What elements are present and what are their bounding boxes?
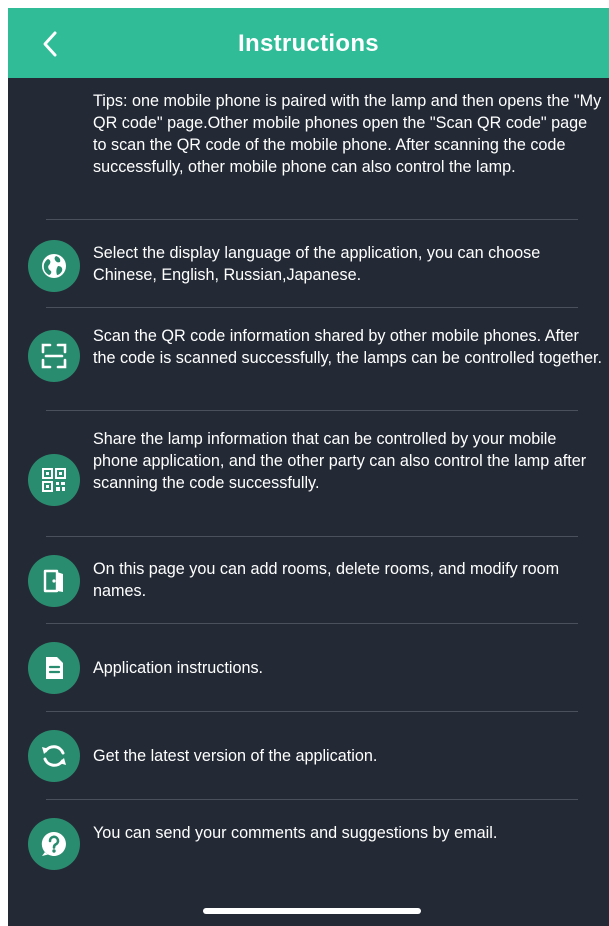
qr-code-icon [42, 468, 66, 492]
share-description: Share the lamp information that can be c… [93, 430, 587, 492]
refresh-icon [42, 745, 66, 767]
document-icon [46, 657, 63, 679]
instructions-screen: Instructions Tips: one mobile phone is p… [8, 8, 609, 926]
divider [46, 219, 578, 220]
header-bar: Instructions [8, 8, 609, 78]
divider [46, 410, 578, 411]
feedback-description: You can send your comments and suggestio… [93, 824, 498, 842]
tips-text: Tips: one mobile phone is paired with th… [93, 92, 602, 176]
scan-description: Scan the QR code information shared by o… [93, 327, 603, 367]
instructions-description: Application instructions. [93, 659, 264, 677]
divider [46, 711, 578, 712]
language-button[interactable] [28, 240, 80, 292]
chevron-left-icon [43, 31, 57, 57]
scan-icon [41, 343, 67, 369]
feedback-button[interactable] [28, 818, 80, 870]
divider [46, 799, 578, 800]
update-description: Get the latest version of the applicatio… [93, 747, 378, 765]
scan-qr-button[interactable] [28, 330, 80, 382]
back-button[interactable] [30, 24, 70, 64]
rooms-description: On this page you can add rooms, delete r… [93, 560, 560, 600]
divider [46, 623, 578, 624]
question-icon [41, 831, 66, 856]
divider [46, 536, 578, 537]
language-description: Select the display language of the appli… [93, 244, 541, 284]
rooms-button[interactable] [28, 555, 80, 607]
my-qr-code-button[interactable] [28, 454, 80, 506]
globe-icon [42, 254, 66, 278]
instructions-button[interactable] [28, 642, 80, 694]
door-icon [43, 569, 63, 593]
home-indicator[interactable] [203, 908, 421, 914]
screenshot-margin [0, 700, 8, 926]
divider [46, 307, 578, 308]
page-title: Instructions [238, 30, 379, 57]
update-button[interactable] [28, 730, 80, 782]
